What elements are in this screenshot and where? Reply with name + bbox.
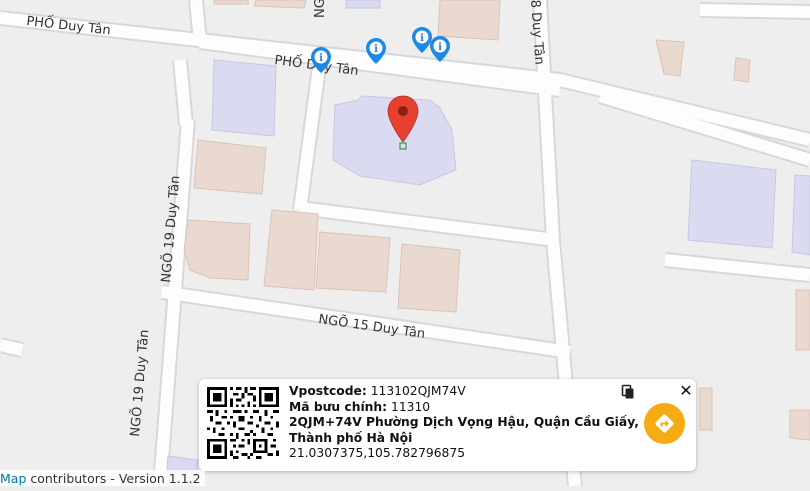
postal-code-label: Mã bưu chính: (289, 399, 388, 414)
info-pin-icon[interactable]: i (429, 35, 451, 63)
postal-code-value: 11310 (391, 399, 431, 414)
qr-code (207, 387, 279, 459)
attribution-text: contributors - Version 1.1.2 (26, 471, 201, 486)
svg-text:i: i (319, 53, 323, 64)
directions-button[interactable] (644, 403, 685, 444)
address-line-2: Thành phố Hà Nội (289, 430, 413, 445)
info-pin-icon[interactable]: i (365, 37, 387, 65)
svg-text:i: i (420, 33, 424, 44)
street-label: NGÕ (312, 0, 328, 18)
close-button[interactable]: ✕ (677, 382, 695, 400)
copy-icon[interactable] (620, 384, 636, 400)
location-details: Vpostcode: 113102QJM74V Mã bưu chính: 11… (289, 384, 639, 462)
vpostcode-row: Vpostcode: 113102QJM74V (289, 384, 639, 400)
directions-icon (655, 414, 674, 433)
svg-text:i: i (374, 44, 378, 55)
svg-text:i: i (438, 42, 442, 53)
map-attribution: Map contributors - Version 1.1.2 (0, 470, 205, 486)
vpostcode-label: Vpostcode: (289, 384, 367, 398)
address-line-1: 2QJM+74V Phường Dịch Vọng Hậu, Quận Cầu … (289, 415, 639, 430)
info-pin-icon[interactable]: i (310, 46, 332, 74)
coordinates: 21.0307375,105.782796875 (289, 446, 466, 461)
location-info-card: Vpostcode: 113102QJM74V Mã bưu chính: 11… (199, 379, 696, 471)
postal-code-row: Mã bưu chính: 11310 (289, 400, 639, 416)
vpostcode-value: 113102QJM74V (370, 384, 466, 398)
attribution-link[interactable]: Map (0, 471, 26, 486)
